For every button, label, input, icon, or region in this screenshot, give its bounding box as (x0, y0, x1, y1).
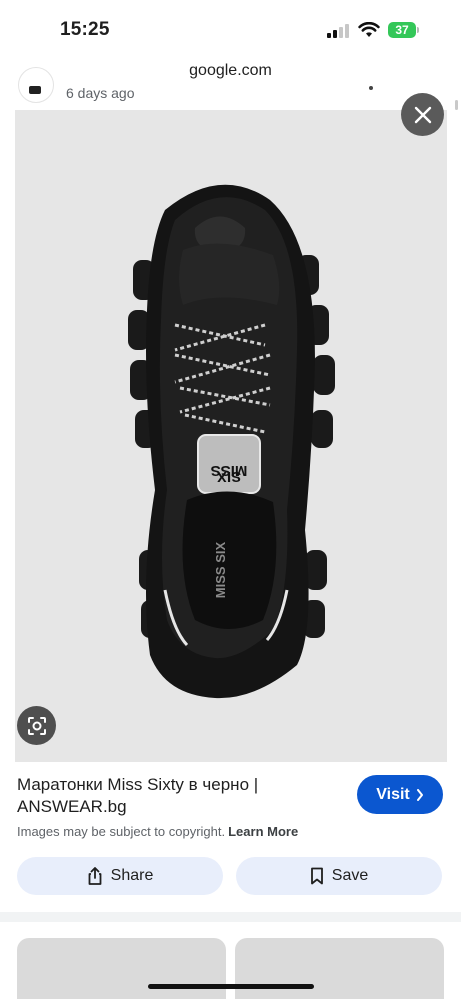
chevron-right-icon (416, 788, 423, 801)
battery-tip (417, 27, 419, 33)
section-divider (0, 912, 461, 922)
source-avatar (18, 67, 54, 103)
close-button[interactable] (401, 93, 444, 136)
status-time: 15:25 (60, 19, 110, 40)
url-bar[interactable]: google.com (0, 62, 461, 80)
bookmark-icon (310, 867, 323, 885)
related-image-tile[interactable] (17, 938, 226, 999)
image-panel[interactable]: MISS SIX MISS SIX (15, 110, 447, 762)
lens-icon (27, 716, 46, 735)
learn-more-link[interactable]: Learn More (228, 824, 298, 839)
svg-text:MISS SIX: MISS SIX (213, 542, 228, 599)
share-icon (88, 867, 102, 885)
visit-label: Visit (376, 785, 410, 803)
save-button[interactable]: Save (236, 857, 442, 895)
save-label: Save (331, 867, 369, 884)
more-options-icon[interactable] (369, 86, 373, 90)
copyright-text: Images may be subject to copyright. (17, 824, 226, 839)
close-icon (414, 106, 431, 123)
result-title[interactable]: Маратонки Miss Sixty в черно | ANSWEAR.b… (17, 774, 337, 818)
copyright-notice: Images may be subject to copyright. Learn… (17, 824, 298, 839)
wifi-icon (358, 21, 380, 38)
related-image-tile[interactable] (235, 938, 444, 999)
share-label: Share (110, 867, 154, 884)
visit-button[interactable]: Visit (357, 775, 443, 814)
svg-text:SIX: SIX (217, 468, 241, 485)
lens-search-button[interactable] (17, 706, 56, 745)
home-indicator[interactable] (148, 984, 314, 989)
scrollbar[interactable] (455, 100, 458, 110)
share-button[interactable]: Share (17, 857, 223, 895)
previous-result-time: 6 days ago (66, 85, 135, 101)
battery-indicator: 37 (388, 22, 416, 38)
product-image: MISS SIX MISS SIX (128, 184, 335, 699)
cellular-signal-icon (327, 24, 351, 38)
